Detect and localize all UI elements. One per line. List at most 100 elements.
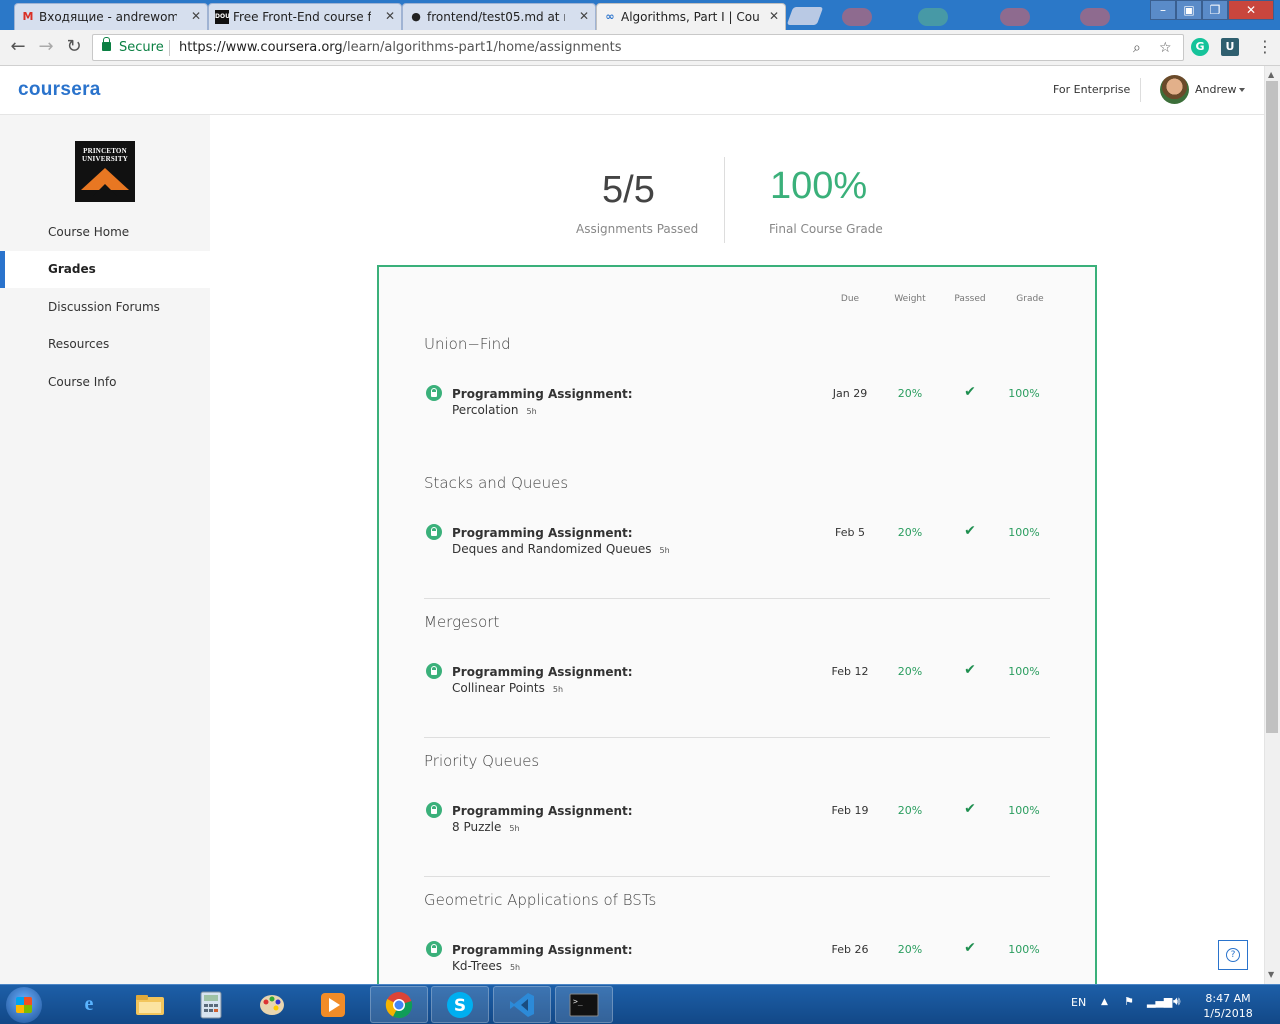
lock-icon: [426, 941, 442, 957]
dou-icon: DOU: [215, 10, 230, 24]
internet-explorer-icon[interactable]: e: [60, 986, 118, 1023]
grammarly-extension-icon[interactable]: G: [1191, 38, 1209, 56]
lock-icon: [426, 663, 442, 679]
close-icon[interactable]: ✕: [769, 9, 779, 23]
checkmark-icon: ✔: [964, 384, 976, 400]
back-icon[interactable]: ←: [8, 38, 28, 56]
extension-icon[interactable]: U: [1221, 38, 1239, 56]
assignment-link[interactable]: Collinear Points 5h: [452, 681, 563, 695]
address-bar[interactable]: Secure https://www.coursera.org/learn/al…: [92, 34, 1184, 61]
browser-tab-gmail[interactable]: M Входящие - andrewom4 ✕: [14, 3, 208, 30]
checkmark-icon: ✔: [964, 940, 976, 956]
bookmark-star-icon[interactable]: ☆: [1159, 40, 1172, 56]
scroll-down-arrow-icon[interactable]: ▼: [1268, 970, 1274, 979]
system-clock[interactable]: 8:47 AM 1/5/2018: [1198, 991, 1258, 1021]
section-title: Geometric Applications of BSTs: [424, 891, 657, 909]
checkmark-icon: ✔: [964, 662, 976, 678]
chrome-icon[interactable]: [370, 986, 428, 1023]
close-window-button[interactable]: ✕: [1228, 0, 1274, 20]
sidebar-item-course-info[interactable]: Course Info: [0, 364, 210, 401]
browser-tab-dou[interactable]: DOU Free Front-End course fro ✕: [208, 3, 402, 30]
for-enterprise-link[interactable]: For Enterprise: [1053, 83, 1130, 96]
scroll-up-arrow-icon[interactable]: ▲: [1268, 70, 1274, 79]
help-button[interactable]: ?: [1218, 940, 1248, 970]
svg-text:>_: >_: [573, 997, 583, 1006]
zoom-search-icon[interactable]: ⌕: [1133, 40, 1141, 56]
assignment-duration: 5h: [509, 824, 520, 833]
minimize-button[interactable]: –: [1150, 0, 1176, 20]
due-date: Jan 29: [832, 387, 868, 400]
media-player-icon[interactable]: [304, 986, 362, 1023]
network-signal-icon[interactable]: ▂▄▆: [1147, 995, 1172, 1008]
start-button[interactable]: [6, 987, 42, 1023]
browser-tab-coursera[interactable]: ∞ Algorithms, Part I | Cours ✕: [596, 3, 786, 31]
close-icon[interactable]: ✕: [191, 9, 201, 23]
divider: [169, 40, 170, 56]
new-tab-button[interactable]: [786, 7, 824, 25]
assignment-link[interactable]: Percolation 5h: [452, 403, 537, 417]
section-divider: [424, 876, 1050, 877]
coursera-icon: ∞: [605, 10, 615, 23]
weight-value: 20%: [897, 943, 923, 956]
weight-value: 20%: [897, 387, 923, 400]
final-grade-label: Final Course Grade: [769, 222, 883, 236]
assignment-type[interactable]: Programming Assignment:: [452, 526, 633, 540]
forward-icon[interactable]: →: [36, 38, 56, 56]
princeton-logo[interactable]: PRINCETON UNIVERSITY: [75, 141, 135, 202]
url-text[interactable]: https://www.coursera.org/learn/algorithm…: [179, 40, 621, 55]
reload-icon[interactable]: ↻: [64, 38, 84, 56]
assignment-type[interactable]: Programming Assignment:: [452, 387, 633, 401]
coursera-logo[interactable]: coursera: [18, 79, 101, 101]
section-title: Stacks and Queues: [424, 474, 569, 492]
assignments-passed-label: Assignments Passed: [576, 222, 699, 236]
blurred-icon: [1080, 8, 1110, 26]
divider: [1140, 78, 1141, 102]
language-indicator[interactable]: EN: [1071, 996, 1086, 1009]
assignment-section: Geometric Applications of BSTs Programmi…: [424, 891, 1050, 984]
restore-button[interactable]: ❐: [1202, 0, 1228, 20]
assignment-link[interactable]: Kd-Trees 5h: [452, 959, 520, 973]
skype-icon[interactable]: S: [431, 986, 489, 1023]
assignment-type[interactable]: Programming Assignment:: [452, 943, 633, 957]
grade-value: 100%: [1008, 526, 1040, 539]
chevron-down-icon[interactable]: [1239, 88, 1245, 92]
user-profile-button[interactable]: ▣: [1176, 0, 1202, 20]
column-header-passed: Passed: [954, 294, 986, 304]
sidebar-item-grades[interactable]: Grades: [0, 251, 210, 288]
university-name: PRINCETON UNIVERSITY: [82, 147, 128, 163]
paint-icon[interactable]: [243, 986, 301, 1023]
due-date: Feb 19: [831, 804, 869, 817]
course-sidebar: PRINCETON UNIVERSITY Course Home Grades …: [0, 115, 210, 984]
sidebar-item-discussion-forums[interactable]: Discussion Forums: [0, 289, 210, 326]
close-icon[interactable]: ✕: [385, 9, 395, 23]
weight-value: 20%: [897, 804, 923, 817]
sidebar-item-resources[interactable]: Resources: [0, 326, 210, 363]
sidebar-item-course-home[interactable]: Course Home: [0, 214, 210, 251]
assignment-type[interactable]: Programming Assignment:: [452, 804, 633, 818]
browser-tab-github[interactable]: ● frontend/test05.md at m ✕: [402, 3, 596, 30]
grades-main: 5/5 Assignments Passed 100% Final Course…: [210, 115, 1264, 984]
lock-icon: [426, 802, 442, 818]
close-icon[interactable]: ✕: [579, 9, 589, 23]
action-center-flag-icon[interactable]: ⚑: [1124, 995, 1134, 1008]
terminal-icon[interactable]: >_: [555, 986, 613, 1023]
scrollbar-thumb[interactable]: [1266, 81, 1278, 733]
blurred-icon: [918, 8, 948, 26]
volume-icon[interactable]: 🔊︎: [1173, 994, 1181, 1009]
assignment-link[interactable]: 8 Puzzle 5h: [452, 820, 520, 834]
assignment-name: Collinear Points: [452, 681, 545, 695]
clock-time: 8:47 AM: [1205, 992, 1251, 1005]
file-explorer-icon[interactable]: [121, 986, 179, 1023]
assignment-type[interactable]: Programming Assignment:: [452, 665, 633, 679]
column-header-due: Due: [840, 294, 860, 304]
assignment-link[interactable]: Deques and Randomized Queues 5h: [452, 542, 670, 556]
divider: [724, 157, 725, 243]
user-menu[interactable]: Andrew: [1195, 83, 1237, 96]
assignments-passed-value: 5/5: [602, 169, 655, 211]
vscode-icon[interactable]: [493, 986, 551, 1023]
browser-menu-icon[interactable]: ⋮: [1257, 38, 1273, 56]
show-hidden-icons-icon[interactable]: ▲: [1101, 997, 1108, 1007]
tab-title: Free Front-End course fro: [233, 10, 371, 24]
calculator-icon[interactable]: [182, 986, 240, 1023]
avatar[interactable]: [1160, 75, 1189, 104]
